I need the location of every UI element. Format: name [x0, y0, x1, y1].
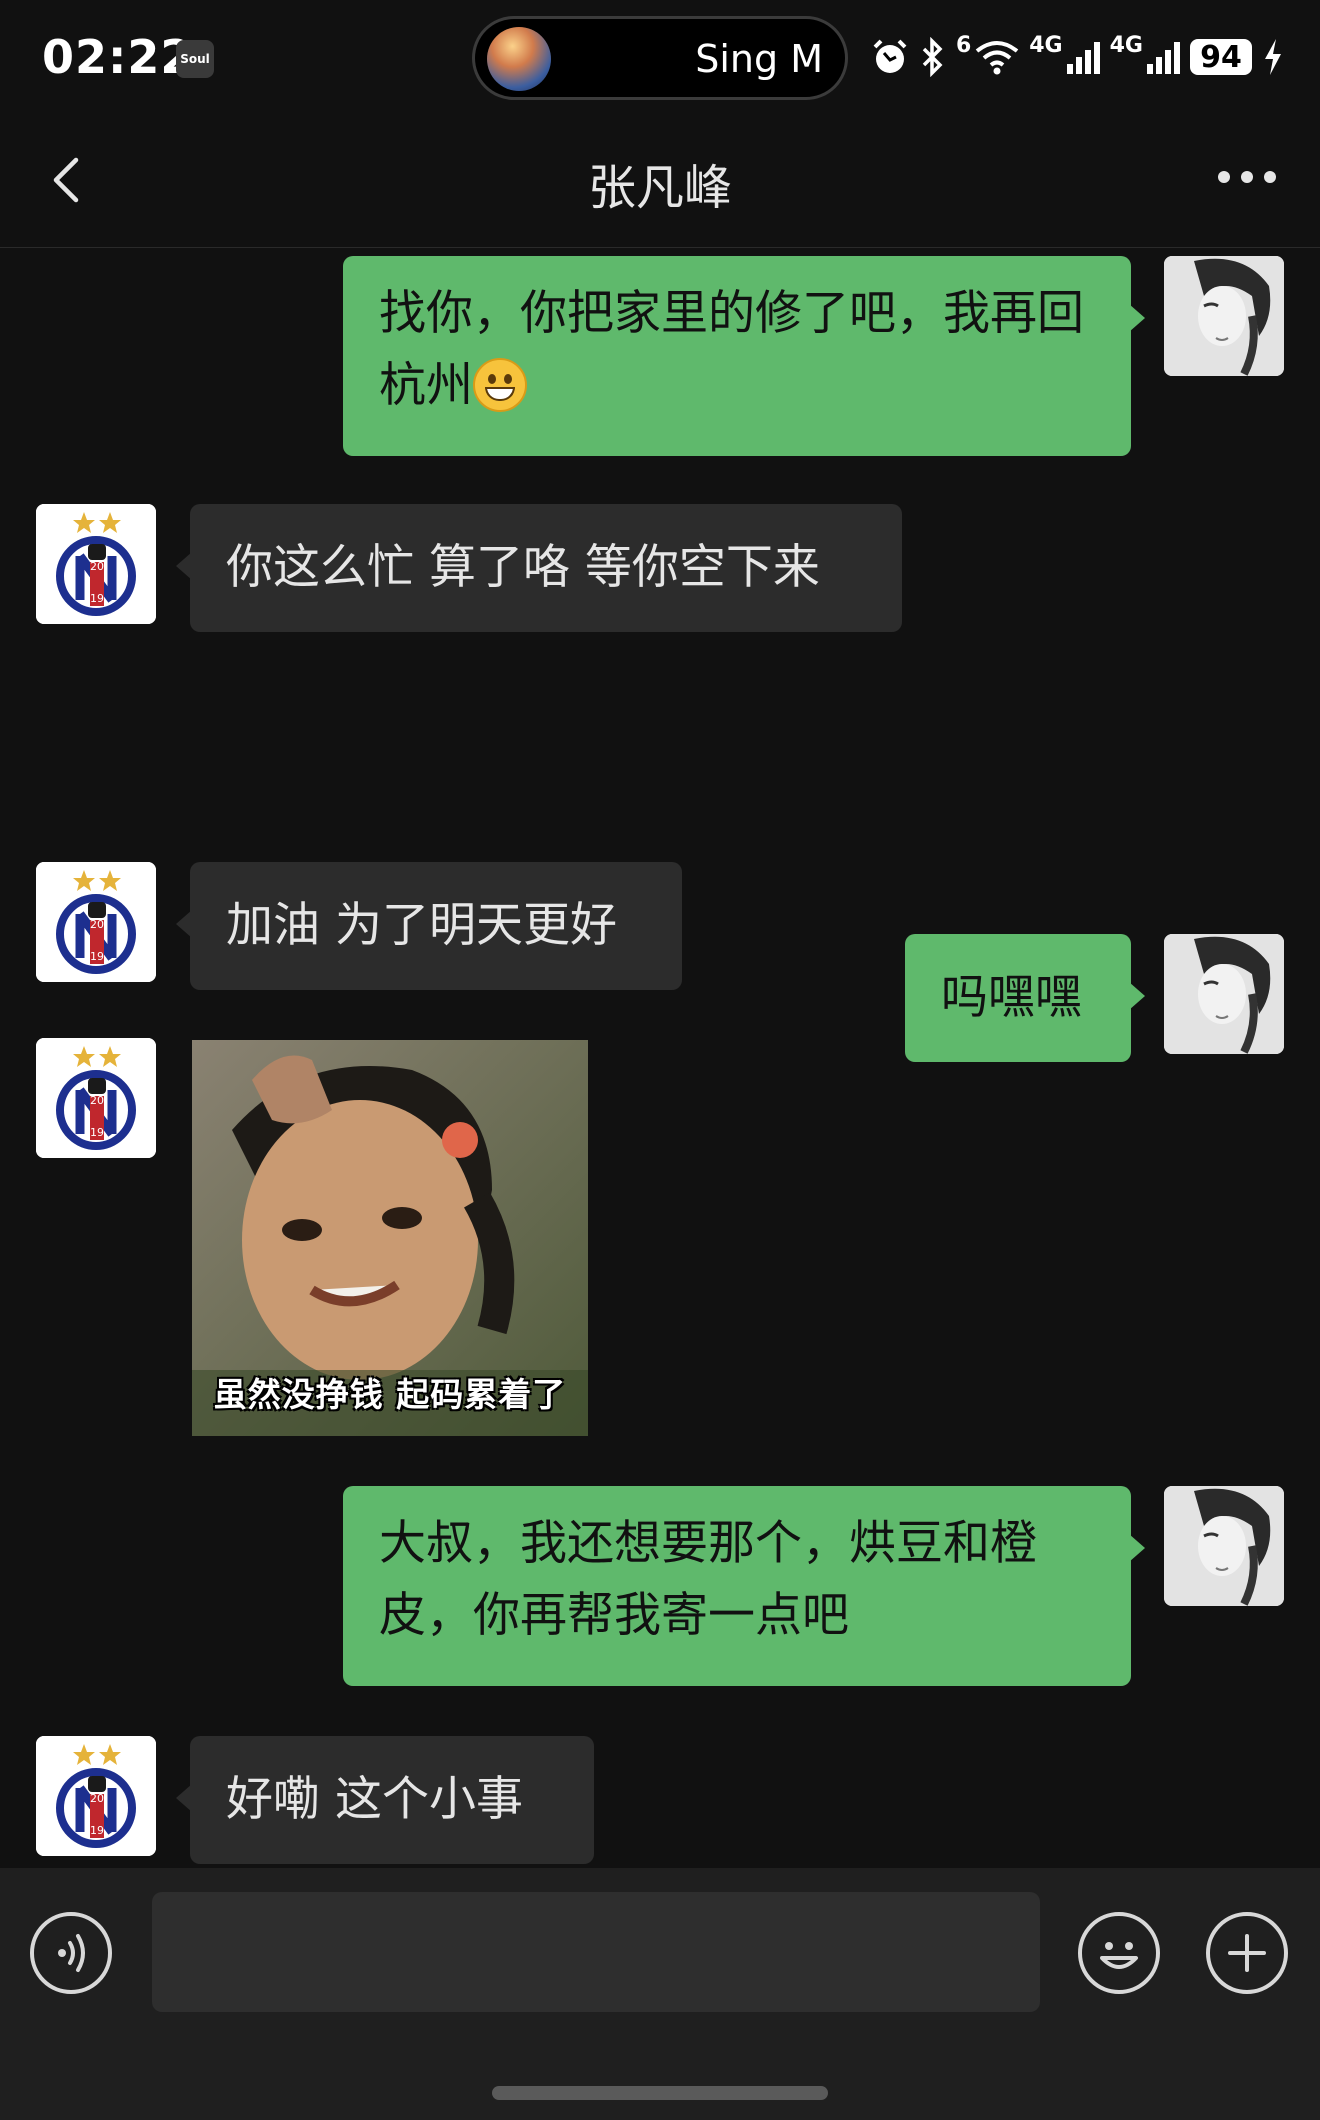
inter-club-logo-icon: 20 19: [36, 1736, 156, 1856]
network-type-label: 4G: [1109, 32, 1143, 58]
now-playing-artwork: [487, 27, 551, 91]
now-playing-title: Sing M: [695, 37, 823, 81]
message-text: 加油 为了明天更好: [226, 898, 617, 953]
contact-avatar[interactable]: 20 19: [36, 1038, 156, 1158]
wifi-icon: [976, 41, 1019, 75]
message-row-outgoing: 大叔，我还想要那个，烘豆和橙皮，你再帮我寄一点吧: [0, 1478, 1320, 1688]
signal-strength-icon: [1066, 40, 1100, 74]
message-text: 好嘞 这个小事: [226, 1772, 523, 1827]
my-avatar[interactable]: [1164, 256, 1284, 376]
avatar-number-top: 20: [90, 560, 104, 573]
soul-app-icon: Soul: [176, 40, 214, 78]
bluetooth-icon: [922, 37, 943, 77]
message-row-incoming: 20 19 你这么忙 算了咯 等你空下来: [0, 496, 1320, 636]
message-bubble-outgoing[interactable]: 大叔，我还想要那个，烘豆和橙皮，你再帮我寄一点吧: [343, 1486, 1145, 1686]
contact-avatar[interactable]: 20 19: [36, 1736, 156, 1856]
chat-header: 张凡峰: [0, 112, 1320, 248]
avatar-number-top: 20: [90, 918, 104, 931]
voice-waves-icon: [58, 1934, 85, 1972]
sticker-image[interactable]: 虽然没挣钱 起码累着了: [192, 1040, 588, 1436]
avatar-number-bottom: 19: [90, 592, 104, 605]
charging-bolt-icon: [1265, 39, 1281, 75]
plus-icon: [1228, 1934, 1266, 1972]
contact-avatar[interactable]: 20 19: [36, 504, 156, 624]
signal-strength-icon: [1147, 40, 1180, 74]
more-actions-button[interactable]: [1206, 1912, 1288, 1994]
avatar-number-top: 20: [90, 1792, 104, 1805]
status-time: 02:22: [42, 30, 194, 84]
avatar-number-bottom: 19: [90, 950, 104, 963]
voice-input-button[interactable]: [30, 1912, 112, 1994]
home-indicator[interactable]: [492, 2086, 828, 2100]
more-dot: [1218, 171, 1230, 183]
message-input[interactable]: [152, 1892, 1040, 2012]
avatar-number-bottom: 19: [90, 1824, 104, 1837]
message-row-incoming: 20 19 加油 为了明天更好: [0, 854, 1320, 994]
emoji-button[interactable]: [1078, 1912, 1160, 1994]
now-playing-pill[interactable]: Sing M: [472, 16, 848, 100]
network-type-label: 4G: [1029, 32, 1063, 58]
message-text: 大叔，我还想要那个，烘豆和橙皮，你再帮我寄一点吧: [379, 1516, 1037, 1643]
inter-club-logo-icon: 20 19: [36, 504, 156, 624]
battery-level: 94: [1190, 39, 1252, 75]
smiley-face-icon: [1100, 1942, 1138, 1969]
message-text: 你这么忙 算了咯 等你空下来: [226, 540, 820, 595]
my-avatar[interactable]: [1164, 1486, 1284, 1606]
avatar-portrait-image: [1164, 1486, 1284, 1606]
sticker-caption: 虽然没挣钱 起码累着了: [213, 1375, 567, 1414]
message-bubble-outgoing[interactable]: 找你，你把家里的修了吧，我再回杭州: [343, 256, 1145, 456]
chat-title: 张凡峰: [587, 160, 732, 216]
more-options-button[interactable]: [1218, 162, 1276, 192]
avatar-number-top: 20: [90, 1094, 104, 1107]
message-row-incoming: 20 19 好嘞 这个小事: [0, 1728, 1320, 1868]
inter-club-logo-icon: 20 19: [36, 1038, 156, 1158]
inter-club-logo-icon: 20 19: [36, 862, 156, 982]
alarm-icon: [873, 39, 907, 73]
more-dot: [1241, 171, 1253, 183]
contact-avatar[interactable]: 20 19: [36, 862, 156, 982]
message-bubble-incoming[interactable]: 加油 为了明天更好: [176, 862, 682, 990]
chat-screen: 02:22 Soul Sing M 6 4G 4G 94 张凡峰 找你，你把家里…: [0, 0, 1320, 2120]
avatar-portrait-image: [1164, 256, 1284, 376]
message-row-outgoing: 找你，你把家里的修了吧，我再回杭州: [0, 248, 1320, 458]
message-list[interactable]: 找你，你把家里的修了吧，我再回杭州 20 19 你这么忙 算了咯 等你空下来 吗…: [0, 248, 1320, 1868]
message-bubble-incoming[interactable]: 你这么忙 算了咯 等你空下来: [176, 504, 902, 632]
input-bar: [0, 1868, 1320, 2120]
message-row-incoming: 20 19 虽然没挣钱 起码累着了: [0, 1030, 1320, 1450]
status-bar: 02:22 Soul Sing M 6 4G 4G 94: [0, 0, 1320, 112]
avatar-number-bottom: 19: [90, 1126, 104, 1139]
status-icons: 6 4G 4G 94: [870, 30, 1284, 84]
message-bubble-incoming[interactable]: 好嘞 这个小事: [176, 1736, 594, 1864]
more-dot: [1264, 171, 1276, 183]
grinning-face-emoji: [473, 357, 527, 412]
network-type-label: 6: [955, 32, 972, 58]
